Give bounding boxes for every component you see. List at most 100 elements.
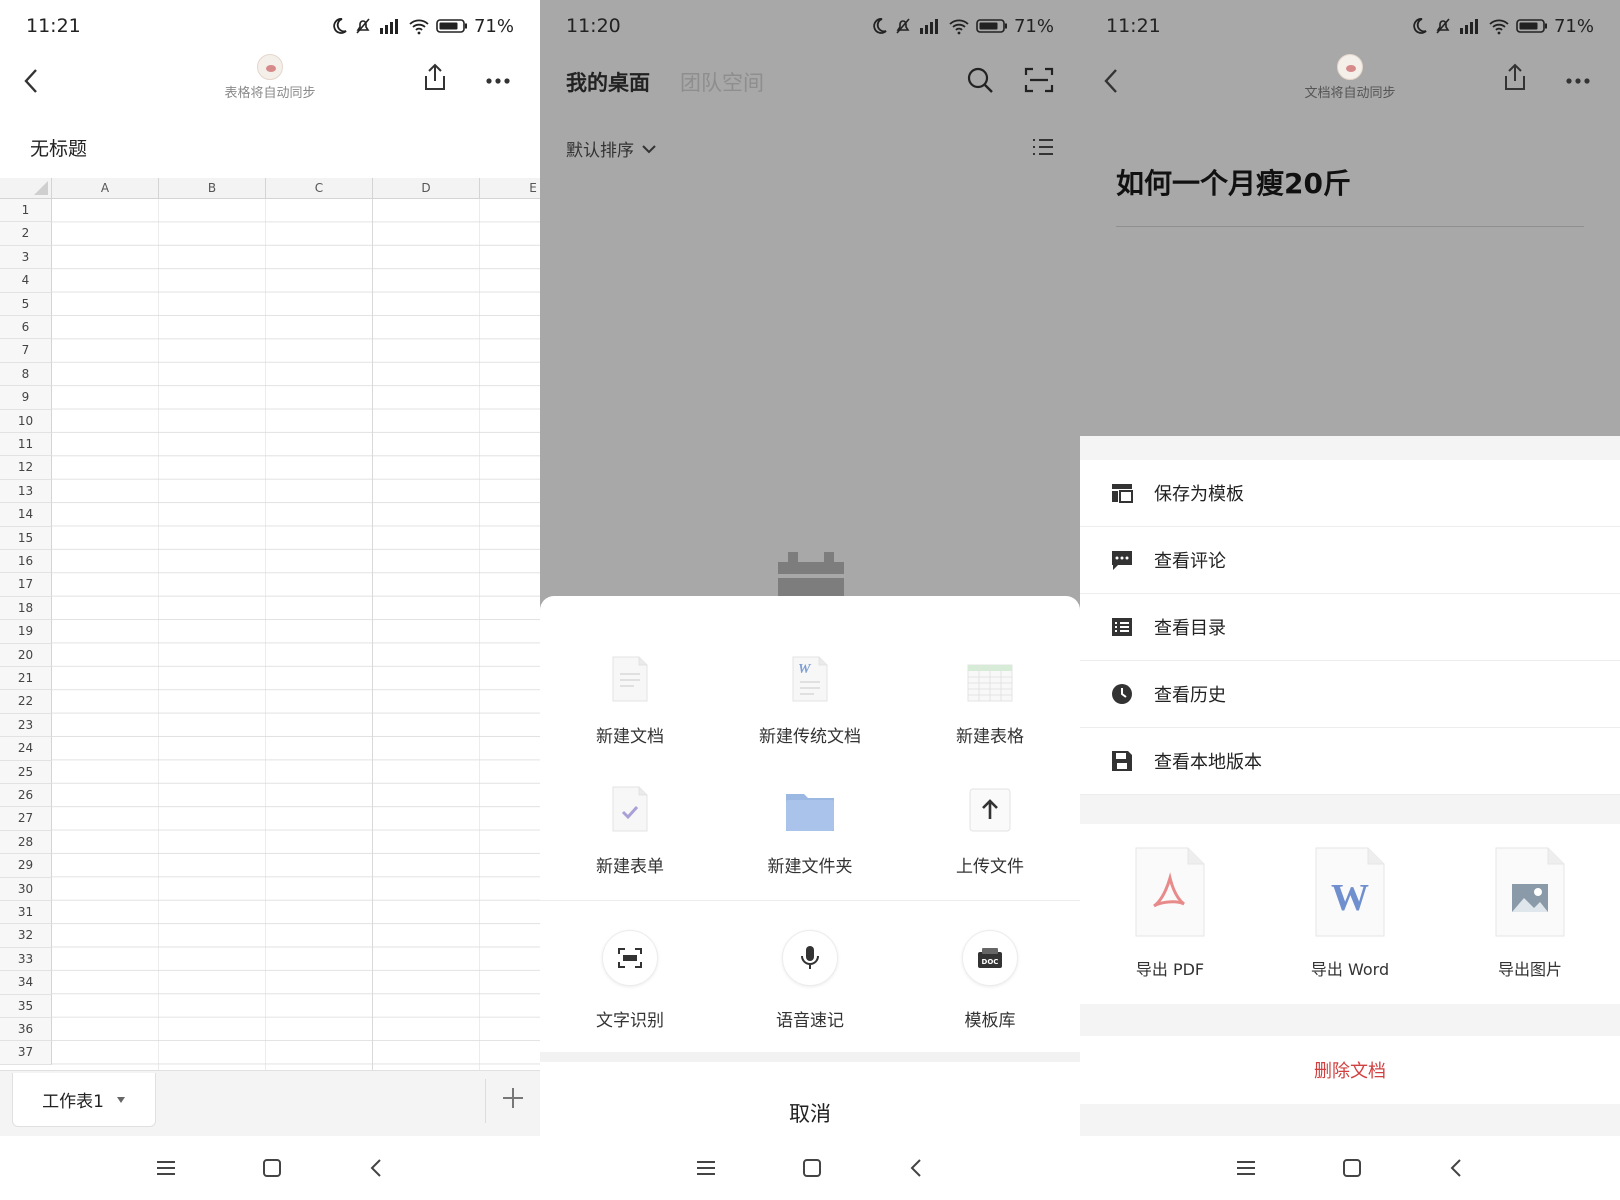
view-history-item[interactable]: 查看历史 (1080, 661, 1620, 728)
column-header[interactable]: E (480, 178, 540, 199)
row-header[interactable]: 2 (0, 222, 52, 246)
export-image-item[interactable]: 导出图片 (1440, 824, 1620, 1004)
back-nav-icon[interactable] (907, 1157, 925, 1179)
new-doc-item[interactable]: 新建文档 (540, 636, 720, 747)
row-header[interactable]: 14 (0, 503, 52, 527)
row-header[interactable]: 10 (0, 409, 52, 433)
new-folder-item[interactable]: 新建文件夹 (720, 766, 900, 877)
share-icon[interactable] (1502, 62, 1528, 92)
home-icon[interactable] (801, 1157, 823, 1179)
menu-icon[interactable] (1235, 1158, 1257, 1178)
row-header[interactable]: 6 (0, 316, 52, 340)
doc-file-icon (612, 656, 648, 702)
row-header[interactable]: 4 (0, 269, 52, 293)
row-header[interactable]: 37 (0, 1041, 52, 1065)
view-comments-item[interactable]: 查看评论 (1080, 527, 1620, 594)
row-header[interactable]: 15 (0, 526, 52, 550)
row-header[interactable]: 1 (0, 199, 52, 223)
save-as-template-item[interactable]: 保存为模板 (1080, 460, 1620, 527)
row-header[interactable]: 3 (0, 245, 52, 270)
export-pdf-item[interactable]: 导出 PDF (1080, 824, 1260, 1004)
row-header[interactable]: 28 (0, 830, 52, 855)
doc-screen: 11:21 71% 文档将自动同步 如何一个月瘦20斤 保存为模板 查看评论 查… (1080, 0, 1620, 1200)
row-header[interactable]: 36 (0, 1018, 52, 1042)
back-nav-icon[interactable] (1447, 1157, 1465, 1179)
row-header[interactable]: 12 (0, 456, 52, 480)
more-icon[interactable] (486, 78, 510, 84)
column-header[interactable]: A (52, 178, 159, 199)
chevron-down-icon[interactable] (642, 144, 656, 154)
cell-area[interactable] (52, 199, 540, 1070)
row-header[interactable]: 18 (0, 596, 52, 621)
more-icon[interactable] (1566, 78, 1590, 84)
row-header[interactable]: 24 (0, 737, 52, 761)
template-library-item[interactable]: DOC 模板库 (900, 930, 1080, 1031)
home-icon[interactable] (261, 1157, 283, 1179)
voice-note-item[interactable]: 语音速记 (720, 930, 900, 1031)
home-icon[interactable] (1341, 1157, 1363, 1179)
row-header[interactable]: 23 (0, 713, 52, 738)
back-nav-icon[interactable] (367, 1157, 385, 1179)
view-outline-item[interactable]: 查看目录 (1080, 594, 1620, 661)
row-header[interactable]: 35 (0, 994, 52, 1018)
spreadsheet-grid[interactable]: ABCDE 1 2 3 4 5 6 7 8 9 10 11 12 13 14 15 16 17 18 19 20 21 2… (0, 178, 540, 1070)
new-form-item[interactable]: 新建表单 (540, 766, 720, 877)
row-header[interactable]: 30 (0, 877, 52, 901)
column-header[interactable]: D (373, 178, 480, 199)
row-header[interactable]: 16 (0, 550, 52, 574)
view-outline-label: 查看目录 (1154, 618, 1226, 639)
row-header[interactable]: 13 (0, 479, 52, 504)
menu-icon[interactable] (695, 1158, 717, 1178)
voice-note-label: 语音速记 (776, 1011, 844, 1031)
row-header[interactable]: 31 (0, 901, 52, 925)
column-header[interactable]: B (159, 178, 266, 199)
dimmed-document: 11:21 71% 文档将自动同步 如何一个月瘦20斤 (1080, 0, 1620, 436)
delete-doc-button[interactable]: 删除文档 (1080, 1036, 1620, 1104)
menu-icon[interactable] (155, 1158, 177, 1178)
avatar[interactable] (1337, 54, 1363, 80)
tab-my-desktop[interactable]: 我的桌面 (566, 67, 650, 97)
status-bar: 11:21 71% (0, 0, 540, 52)
system-nav (1080, 1136, 1620, 1200)
new-traditional-doc-item[interactable]: W 新建传统文档 (720, 636, 900, 747)
sort-dropdown[interactable]: 默认排序 (566, 136, 634, 161)
avatar[interactable] (257, 54, 283, 80)
row-header[interactable]: 17 (0, 573, 52, 597)
sheet-tab[interactable]: 工作表1 (12, 1073, 156, 1127)
add-sheet-icon[interactable] (500, 1085, 526, 1111)
row-header[interactable]: 8 (0, 362, 52, 387)
new-traditional-doc-label: 新建传统文档 (759, 727, 861, 747)
row-header[interactable]: 26 (0, 784, 52, 808)
row-header[interactable]: 21 (0, 667, 52, 691)
tab-team-space[interactable]: 团队空间 (680, 67, 764, 97)
search-icon[interactable] (966, 66, 994, 94)
row-header[interactable]: 32 (0, 924, 52, 948)
row-header[interactable]: 22 (0, 690, 52, 714)
scan-icon[interactable] (1024, 66, 1054, 94)
form-file-icon (612, 786, 648, 832)
upload-file-item[interactable]: 上传文件 (900, 766, 1080, 877)
row-header[interactable]: 25 (0, 760, 52, 784)
list-view-icon[interactable] (1032, 138, 1054, 156)
view-local-version-item[interactable]: 查看本地版本 (1080, 728, 1620, 795)
select-all-corner[interactable] (0, 178, 52, 199)
row-header[interactable]: 9 (0, 386, 52, 410)
create-row-2: 新建表单 新建文件夹 上传文件 (540, 766, 1080, 877)
row-header[interactable]: 19 (0, 620, 52, 644)
cancel-button[interactable]: 取消 (540, 1098, 1080, 1128)
row-header[interactable]: 33 (0, 947, 52, 972)
doc-title[interactable]: 无标题 (30, 134, 87, 161)
new-sheet-item[interactable]: 新建表格 (900, 636, 1080, 747)
cancel-separator (540, 1052, 1080, 1062)
row-header[interactable]: 5 (0, 292, 52, 316)
row-header[interactable]: 7 (0, 339, 52, 363)
ocr-item[interactable]: 文字识别 (540, 930, 720, 1031)
export-word-item[interactable]: W 导出 Word (1260, 824, 1440, 1004)
row-header[interactable]: 27 (0, 807, 52, 831)
row-header[interactable]: 34 (0, 971, 52, 995)
share-icon[interactable] (422, 62, 448, 92)
row-header[interactable]: 29 (0, 854, 52, 878)
column-header[interactable]: C (266, 178, 373, 199)
row-header[interactable]: 11 (0, 433, 52, 457)
row-header[interactable]: 20 (0, 643, 52, 667)
